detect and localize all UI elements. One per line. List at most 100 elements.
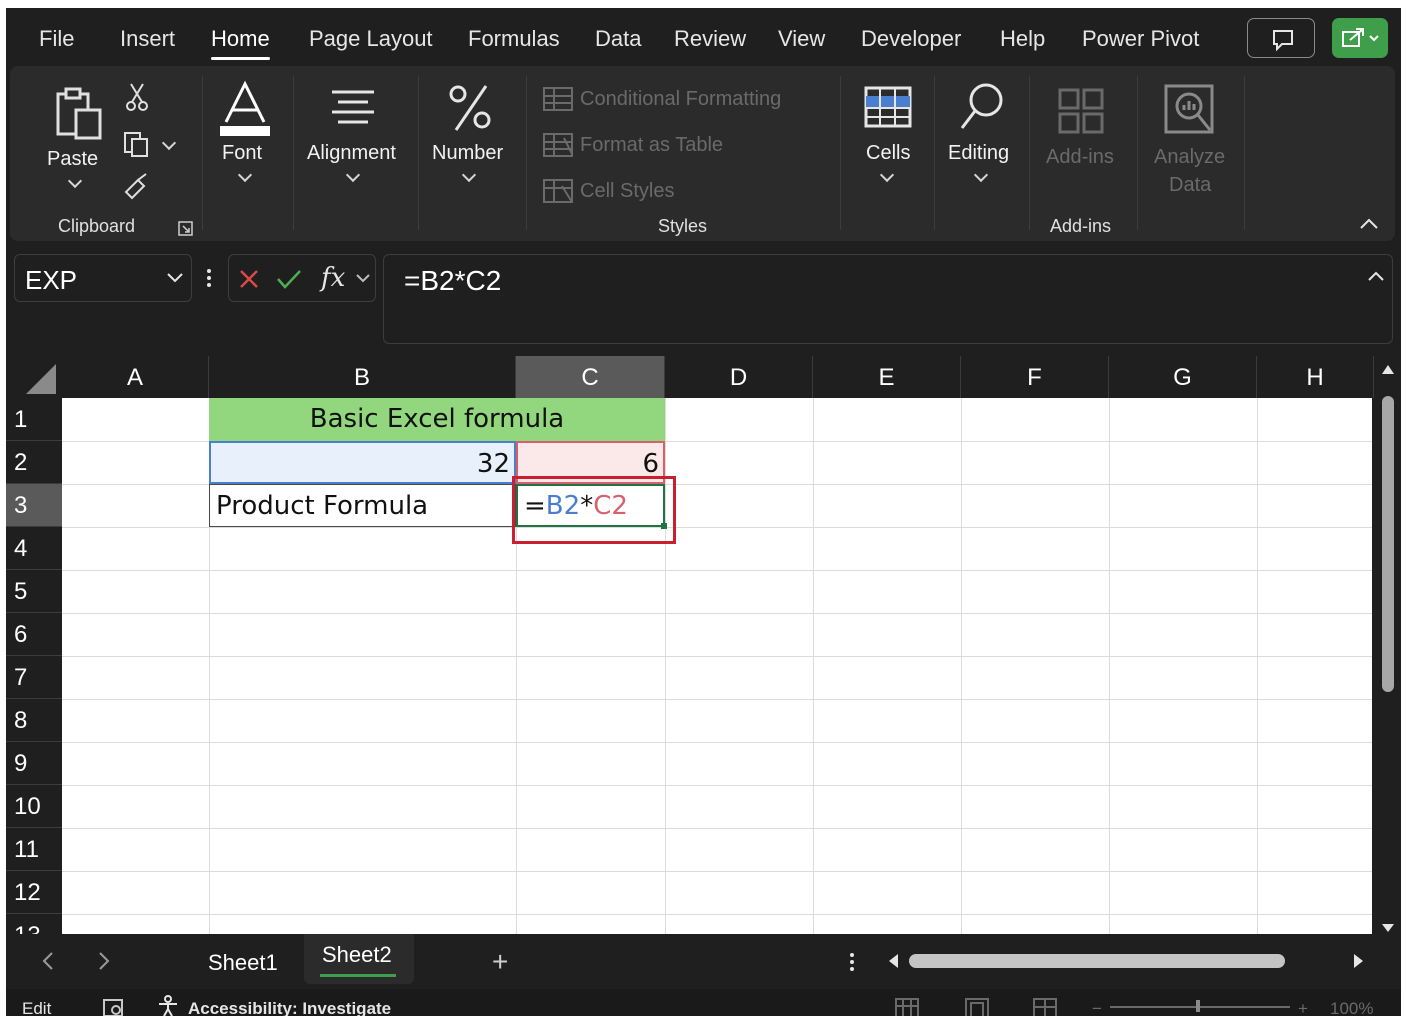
font-chevron-down-icon[interactable] — [237, 167, 253, 183]
formula-input[interactable]: =B2*C2 — [383, 254, 1393, 344]
row-header-6[interactable]: 6 — [6, 613, 62, 656]
row-header-2[interactable]: 2 — [6, 441, 62, 484]
select-all-triangle-icon — [26, 364, 56, 394]
dialog-launcher-icon[interactable] — [178, 221, 194, 237]
zoom-out-button[interactable]: − — [1092, 999, 1102, 1016]
analyze-data-button[interactable]: Analyze — [1154, 146, 1225, 169]
more-sheets-options-icon[interactable] — [848, 950, 856, 974]
copy-icon[interactable] — [122, 130, 152, 160]
cell-b1-c1-merged[interactable]: Basic Excel formula — [209, 398, 665, 441]
column-header-a[interactable]: A — [62, 356, 209, 398]
cell-b2[interactable]: 32 — [209, 441, 516, 484]
row-header-3[interactable]: 3 — [6, 484, 62, 527]
vertical-scroll-thumb[interactable] — [1382, 396, 1394, 692]
format-painter-icon[interactable] — [122, 172, 152, 202]
comments-button[interactable] — [1247, 18, 1315, 58]
tab-home[interactable]: Home — [211, 26, 270, 60]
cell-area[interactable]: Basic Excel formula 32 6 Product Formula… — [62, 398, 1372, 934]
cells-button[interactable]: Cells — [866, 142, 910, 165]
normal-view-icon[interactable] — [894, 997, 920, 1016]
tab-view[interactable]: View — [778, 26, 825, 52]
tab-data[interactable]: Data — [595, 26, 641, 52]
zoom-slider[interactable] — [1110, 1006, 1290, 1008]
row-header-1[interactable]: 1 — [6, 398, 62, 441]
tab-insert[interactable]: Insert — [120, 26, 175, 52]
share-button[interactable] — [1332, 18, 1388, 58]
cell-styles-button[interactable]: Cell Styles — [580, 180, 674, 203]
alignment-chevron-down-icon[interactable] — [345, 167, 361, 183]
row-header-5[interactable]: 5 — [6, 570, 62, 613]
accessibility-status[interactable]: Accessibility: Investigate — [188, 999, 391, 1016]
row-header-4[interactable]: 4 — [6, 527, 62, 570]
enter-check-icon[interactable] — [275, 267, 303, 291]
scroll-left-icon[interactable] — [886, 952, 900, 970]
editing-chevron-down-icon[interactable] — [973, 167, 989, 183]
column-header-c[interactable]: C — [516, 356, 665, 398]
insert-function-button[interactable]: fx — [321, 263, 345, 293]
sheet-tab-sheet2-active[interactable]: Sheet2 — [304, 934, 414, 984]
next-sheet-icon[interactable] — [96, 950, 112, 972]
select-all-button[interactable] — [6, 356, 62, 398]
previous-sheet-icon[interactable] — [40, 950, 56, 972]
column-header-b[interactable]: B — [209, 356, 516, 398]
name-box-chevron-down-icon[interactable] — [165, 271, 185, 285]
cells-chevron-down-icon[interactable] — [879, 167, 895, 183]
sheet-tab-sheet1[interactable]: Sheet1 — [208, 950, 278, 976]
row-header-13[interactable]: 13 — [6, 914, 62, 934]
tab-formulas[interactable]: Formulas — [468, 26, 560, 52]
add-sheet-button[interactable]: + — [492, 946, 508, 978]
tab-power-pivot[interactable]: Power Pivot — [1082, 26, 1199, 52]
page-break-view-icon[interactable] — [1032, 997, 1058, 1016]
column-header-e[interactable]: E — [813, 356, 961, 398]
column-header-h[interactable]: H — [1257, 356, 1374, 398]
cell-b2-value: 32 — [476, 449, 510, 479]
expand-formula-bar-chevron-up-icon[interactable] — [1366, 269, 1386, 283]
row-header-10[interactable]: 10 — [6, 785, 62, 828]
add-ins-button[interactable]: Add-ins — [1046, 146, 1114, 169]
cells-icon — [864, 86, 912, 128]
number-button[interactable]: Number — [432, 142, 503, 165]
macro-recording-icon[interactable] — [102, 997, 126, 1016]
number-chevron-down-icon[interactable] — [461, 167, 477, 183]
name-box[interactable]: EXP — [14, 254, 192, 302]
zoom-level[interactable]: 100% — [1330, 999, 1373, 1016]
tab-help[interactable]: Help — [1000, 26, 1045, 52]
tab-page-layout[interactable]: Page Layout — [309, 26, 433, 52]
tab-developer[interactable]: Developer — [861, 26, 961, 52]
fx-chevron-down-icon[interactable] — [355, 273, 371, 285]
row-header-12[interactable]: 12 — [6, 871, 62, 914]
row-header-9[interactable]: 9 — [6, 742, 62, 785]
collapse-ribbon-chevron-up-icon[interactable] — [1358, 216, 1380, 232]
cancel-x-icon[interactable] — [237, 267, 261, 291]
scroll-right-icon[interactable] — [1352, 952, 1366, 970]
tab-review[interactable]: Review — [674, 26, 746, 52]
zoom-in-button[interactable]: + — [1298, 999, 1308, 1016]
font-button[interactable]: Font — [222, 142, 262, 165]
paste-chevron-down-icon[interactable] — [67, 173, 83, 189]
column-header-d[interactable]: D — [665, 356, 813, 398]
tab-file[interactable]: File — [39, 26, 74, 52]
row-header-7[interactable]: 7 — [6, 656, 62, 699]
column-header-g[interactable]: G — [1109, 356, 1257, 398]
horizontal-scroll-thumb[interactable] — [909, 954, 1285, 968]
scroll-up-icon[interactable] — [1380, 362, 1396, 376]
zoom-slider-thumb[interactable] — [1196, 1000, 1200, 1012]
page-layout-view-icon[interactable] — [964, 997, 990, 1016]
vertical-scrollbar[interactable] — [1374, 356, 1401, 934]
more-options-icon[interactable] — [204, 266, 214, 290]
editing-button[interactable]: Editing — [948, 142, 1009, 165]
cut-icon[interactable] — [124, 82, 150, 112]
alignment-button[interactable]: Alignment — [307, 142, 396, 165]
scroll-down-icon[interactable] — [1380, 922, 1396, 934]
format-as-table-button[interactable]: Format as Table — [580, 134, 723, 157]
gridline — [62, 613, 1372, 614]
format-as-table-icon — [543, 133, 573, 157]
copy-chevron-down-icon[interactable] — [161, 135, 177, 151]
row-header-8[interactable]: 8 — [6, 699, 62, 742]
cell-b3[interactable]: Product Formula — [209, 484, 516, 527]
column-header-f[interactable]: F — [961, 356, 1109, 398]
worksheet-grid: A B C D E F G H 1 2 3 4 5 6 7 8 9 10 11 … — [6, 356, 1401, 934]
row-header-11[interactable]: 11 — [6, 828, 62, 871]
conditional-formatting-button[interactable]: Conditional Formatting — [580, 88, 781, 111]
paste-button[interactable]: Paste — [47, 148, 98, 171]
